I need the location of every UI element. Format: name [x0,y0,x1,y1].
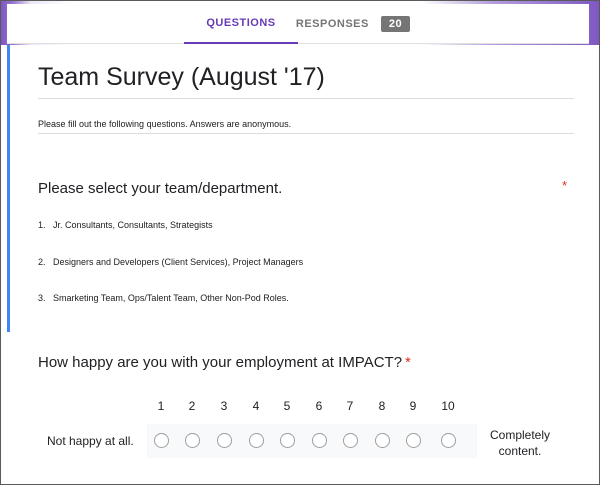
description-underline [38,133,574,134]
option-item[interactable]: 1. Jr. Consultants, Consultants, Strategi… [38,220,213,230]
form-description[interactable]: Please fill out the following questions.… [38,119,291,129]
tab-responses-label: RESPONSES [295,18,369,30]
option-item[interactable]: 2. Designers and Developers (Client Servi… [38,257,303,267]
option-number: 2. [38,257,46,267]
question-2-text: How happy are you with your employment a… [38,354,403,371]
required-asterisk: * [405,354,411,371]
scale-radio-button[interactable] [216,433,232,448]
scale-radio-button[interactable] [405,433,421,448]
scale-radio-button[interactable] [279,433,295,448]
form-card: Team Survey (August '17) Please fill out… [7,45,589,484]
tab-questions-label: QUESTIONS [206,17,276,29]
form-title[interactable]: Team Survey (August '17) [38,63,325,92]
scale-radio-button[interactable] [440,433,456,448]
scale-number: 7 [346,399,354,413]
tab-questions[interactable]: QUESTIONS [184,4,298,44]
scale-number: 5 [283,399,291,413]
scale-number: 8 [378,399,386,413]
tab-responses[interactable]: RESPONSES 20 [293,4,413,44]
option-number: 3. [38,293,46,303]
scale-number: 9 [409,399,417,413]
scale-high-label: Completely content. [489,428,551,458]
option-number: 1. [38,220,46,230]
question-1-title[interactable]: Please select your team/department. [38,180,282,197]
scale-radio-button[interactable] [374,433,390,448]
scale-radio-button[interactable] [311,433,327,448]
responses-count-badge: 20 [380,16,411,32]
question-2-title[interactable]: How happy are you with your employment a… [38,354,411,371]
scale-number: 6 [315,399,323,413]
scale-number: 4 [252,399,260,413]
option-label: Designers and Developers (Client Service… [53,257,304,267]
scale-low-label: Not happy at all. [47,434,134,448]
scale-number: 10 [441,399,455,413]
option-label: Smarketing Team, Ops/Talent Team, Other … [53,293,289,303]
option-item[interactable]: 3. Smarketing Team, Ops/Talent Team, Othe… [38,293,289,303]
scale-radio-button[interactable] [248,433,264,448]
tab-bar: QUESTIONS RESPONSES 20 [7,4,589,44]
form-editor-window: QUESTIONS RESPONSES 20 Team Survey (Augu… [0,0,600,485]
scale-number: 3 [220,399,228,413]
required-asterisk: * [562,178,568,193]
scale-number: 1 [157,399,165,413]
scale-radio-button[interactable] [184,433,200,448]
selected-section-indicator [7,45,10,332]
scale-number: 2 [188,399,196,413]
option-label: Jr. Consultants, Consultants, Strategist… [53,220,213,230]
scale-radio-button[interactable] [153,433,169,448]
title-underline [38,98,574,99]
scale-radio-button[interactable] [342,433,358,448]
